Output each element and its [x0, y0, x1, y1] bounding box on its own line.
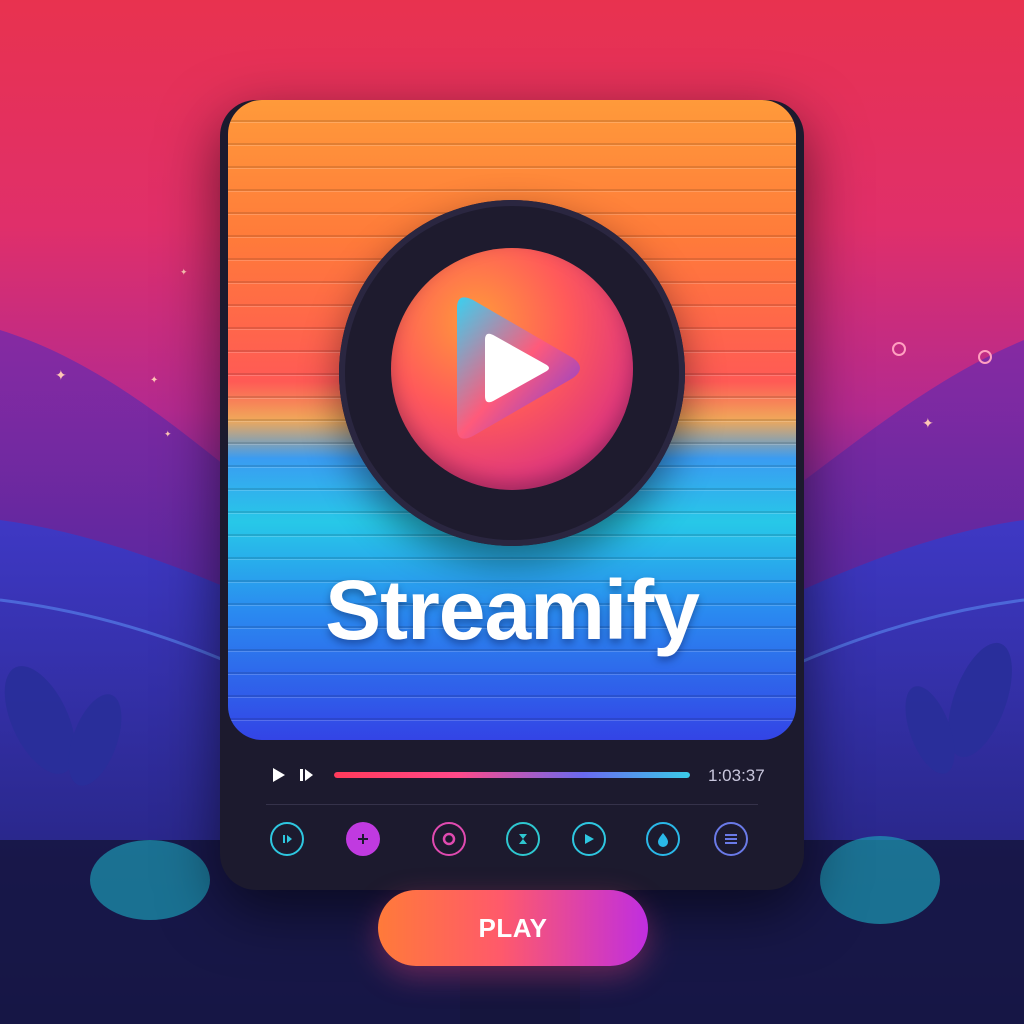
divider: [266, 804, 758, 805]
sparkle-icon: ✦: [922, 415, 934, 431]
elapsed-time: 1:03:37: [708, 766, 765, 785]
hourglass-icon[interactable]: [506, 822, 540, 856]
progress-bar[interactable]: [334, 772, 690, 778]
sparkle-icon: ✦: [150, 375, 159, 386]
sparkle-icon: ✦: [164, 429, 172, 439]
play-disc[interactable]: [339, 200, 685, 546]
bubble-icon: [978, 350, 992, 364]
plus-icon[interactable]: [346, 822, 380, 856]
brand-title: Streamify: [325, 563, 700, 657]
sparkle-icon: ✦: [180, 267, 188, 277]
transport-bar: 1:03:37: [270, 766, 770, 786]
player-artwork: Streamify: [228, 100, 796, 740]
play-button[interactable]: PLAY: [378, 890, 648, 966]
play-small-icon[interactable]: [270, 766, 288, 784]
next-track-icon[interactable]: [298, 766, 316, 784]
record-icon[interactable]: [432, 822, 466, 856]
play-icon[interactable]: [437, 288, 587, 448]
play-disc-center[interactable]: [391, 248, 633, 490]
sparkle-icon: ✦: [55, 367, 67, 383]
drop-icon[interactable]: [646, 822, 680, 856]
progress-fill: [334, 772, 690, 778]
bubble-icon: [892, 342, 906, 356]
media-player-card: Streamify 1:03:37: [220, 100, 804, 890]
forward-icon[interactable]: [572, 822, 606, 856]
list-icon[interactable]: [714, 822, 748, 856]
action-icon-row: [270, 822, 760, 862]
pause-circle-icon[interactable]: [270, 822, 304, 856]
